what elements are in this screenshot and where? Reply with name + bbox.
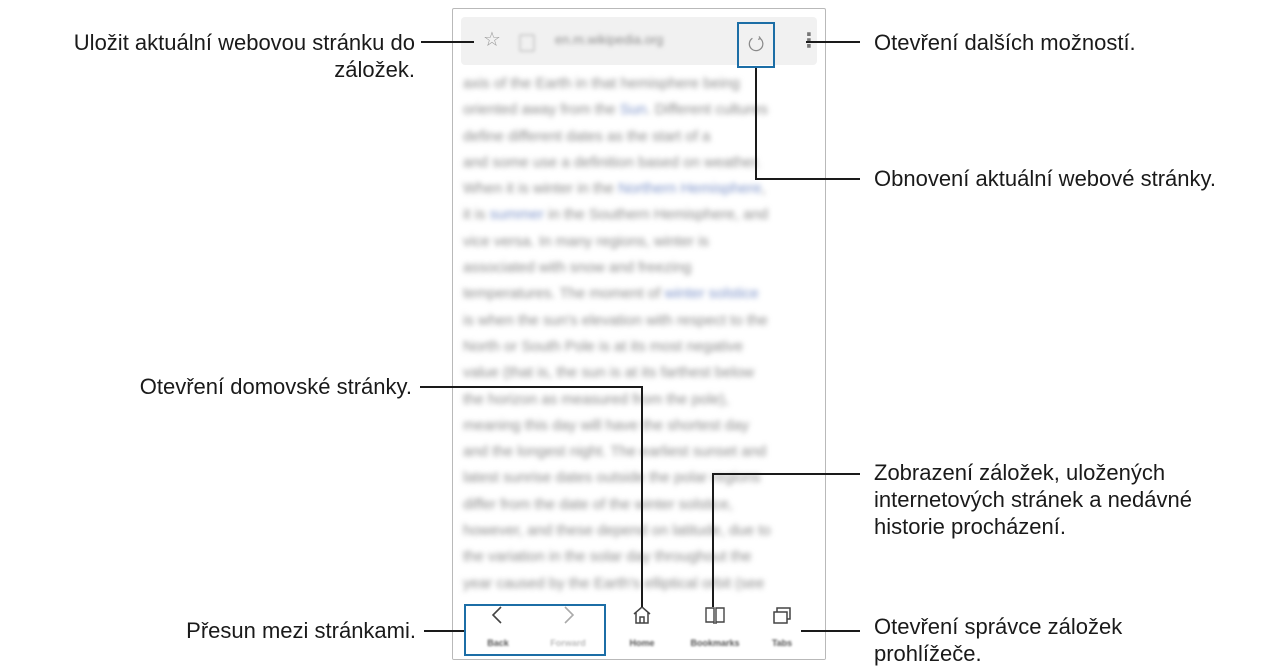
book-icon [705, 607, 725, 624]
content-line: North or South Pole is at its most negat… [463, 334, 817, 360]
content-link[interactable]: winter solstice [664, 285, 758, 302]
lock-icon [519, 34, 535, 52]
content-line: When it is winter in the Northern Hemisp… [463, 176, 817, 202]
callout-line-tabs [801, 630, 860, 632]
content-text: year caused by the Earth's elliptical or… [463, 574, 765, 592]
callout-line-home-v [641, 386, 643, 607]
home-label: Home [629, 638, 655, 648]
content-text: the variation in the solar day throughou… [463, 548, 752, 566]
page-content: axis of the Earth in that hemisphere bei… [463, 71, 817, 603]
home-button[interactable]: Home [605, 603, 679, 648]
bookmarks-label: Bookmarks [690, 638, 740, 648]
bookmark-star-icon[interactable]: ☆ [483, 27, 501, 52]
callout-bookmarks: Zobrazení záložek, uložených internetový… [874, 460, 1192, 539]
content-line: the variation in the solar day throughou… [463, 544, 817, 570]
content-link[interactable]: summer [490, 206, 544, 223]
content-line: vice versa. In many regions, winter is [463, 229, 817, 255]
content-line: differ from the date of the winter solst… [463, 492, 817, 518]
callout-navigation: Přesun mezi stránkami. [186, 618, 416, 643]
content-text: temperatures. The moment of [463, 285, 665, 303]
callout-more-options: Otevření dalších možností. [874, 30, 1136, 55]
content-text: it is [463, 206, 490, 224]
tabs-label: Tabs [771, 638, 793, 648]
content-text: . Different cultures [646, 101, 768, 119]
content-text: meaning this day will have the shortest … [463, 416, 749, 434]
tabs-icon [773, 607, 791, 624]
callout-tabs: Otevření správce záložek prohlížeče. [874, 614, 1123, 666]
content-text: and some use a definition based on weath… [463, 153, 761, 171]
content-line: value (that is, the sun is at its farthe… [463, 360, 817, 386]
content-text: vice versa. In many regions, winter is [463, 232, 709, 250]
url-text[interactable]: en.m.wikipedia.org [555, 32, 663, 47]
content-link[interactable]: Northern Hemisphere [618, 180, 761, 197]
content-text: is when the sun's elevation with respect… [463, 311, 768, 329]
content-line: meaning this day will have the shortest … [463, 413, 817, 439]
refresh-highlight [737, 22, 775, 68]
content-text: define different dates as the start of a [463, 127, 711, 145]
callout-line-bookmarks-h [712, 473, 860, 475]
content-line: the horizon as measured from the pole), [463, 387, 817, 413]
content-text: North or South Pole is at its most negat… [463, 337, 744, 355]
content-line: latest sunrise dates outside the polar r… [463, 465, 817, 491]
content-line: temperatures. The moment of winter solst… [463, 281, 817, 307]
content-line: oriented away from the Sun. Different cu… [463, 97, 817, 123]
content-text: the horizon as measured from the pole), [463, 390, 729, 408]
content-text: value (that is, the sun is at its farthe… [463, 364, 754, 382]
content-text: oriented away from the [463, 101, 620, 119]
content-text: axis of the Earth in that hemisphere bei… [463, 75, 740, 92]
content-text: latest sunrise dates outside the polar r… [463, 469, 761, 487]
callout-line-navigation [424, 630, 464, 632]
content-text: and the longest night. The earliest suns… [463, 443, 767, 461]
content-text: differ from the date of the winter solst… [463, 495, 733, 513]
callout-refresh: Obnovení aktuální webové stránky. [874, 166, 1217, 191]
callout-line-bookmark [421, 41, 474, 43]
content-line: it is summer in the Southern Hemisphere,… [463, 202, 817, 228]
callout-line-refresh-v [755, 68, 757, 179]
tabs-button[interactable]: Tabs [745, 603, 819, 648]
content-line: axis of the Earth in that hemisphere bei… [463, 71, 817, 97]
content-line: year caused by the Earth's elliptical or… [463, 571, 817, 597]
content-line: and the longest night. The earliest suns… [463, 439, 817, 465]
content-line: define different dates as the start of a [463, 124, 817, 150]
content-text: , [761, 180, 766, 198]
callout-line-home-h [420, 386, 642, 388]
content-text: When it is winter in the [463, 180, 619, 198]
callout-line-bookmarks-v [712, 473, 714, 607]
navigation-highlight [464, 604, 606, 656]
callout-line-more [806, 41, 860, 43]
callout-home: Otevření domovské stránky. [139, 374, 412, 399]
bookmarks-button[interactable]: Bookmarks [678, 603, 752, 648]
content-text: associated with snow and freezing [463, 259, 692, 277]
content-line: is when the sun's elevation with respect… [463, 308, 817, 334]
content-text: however, and these depend on latitude, d… [463, 522, 771, 540]
content-link[interactable]: Sun [620, 101, 647, 118]
callout-line-refresh-h [755, 178, 860, 180]
content-line: however, and these depend on latitude, d… [463, 518, 817, 544]
callout-bookmark-add: Uložit aktuální webovou stránku do zálož… [73, 30, 415, 82]
content-line: and some use a definition based on weath… [463, 150, 817, 176]
browser-screen: ☆ en.m.wikipedia.org ⋮ axis of the Earth… [452, 8, 826, 660]
content-line: associated with snow and freezing [463, 255, 817, 281]
content-text: in the Southern Hemisphere, and [543, 206, 769, 224]
